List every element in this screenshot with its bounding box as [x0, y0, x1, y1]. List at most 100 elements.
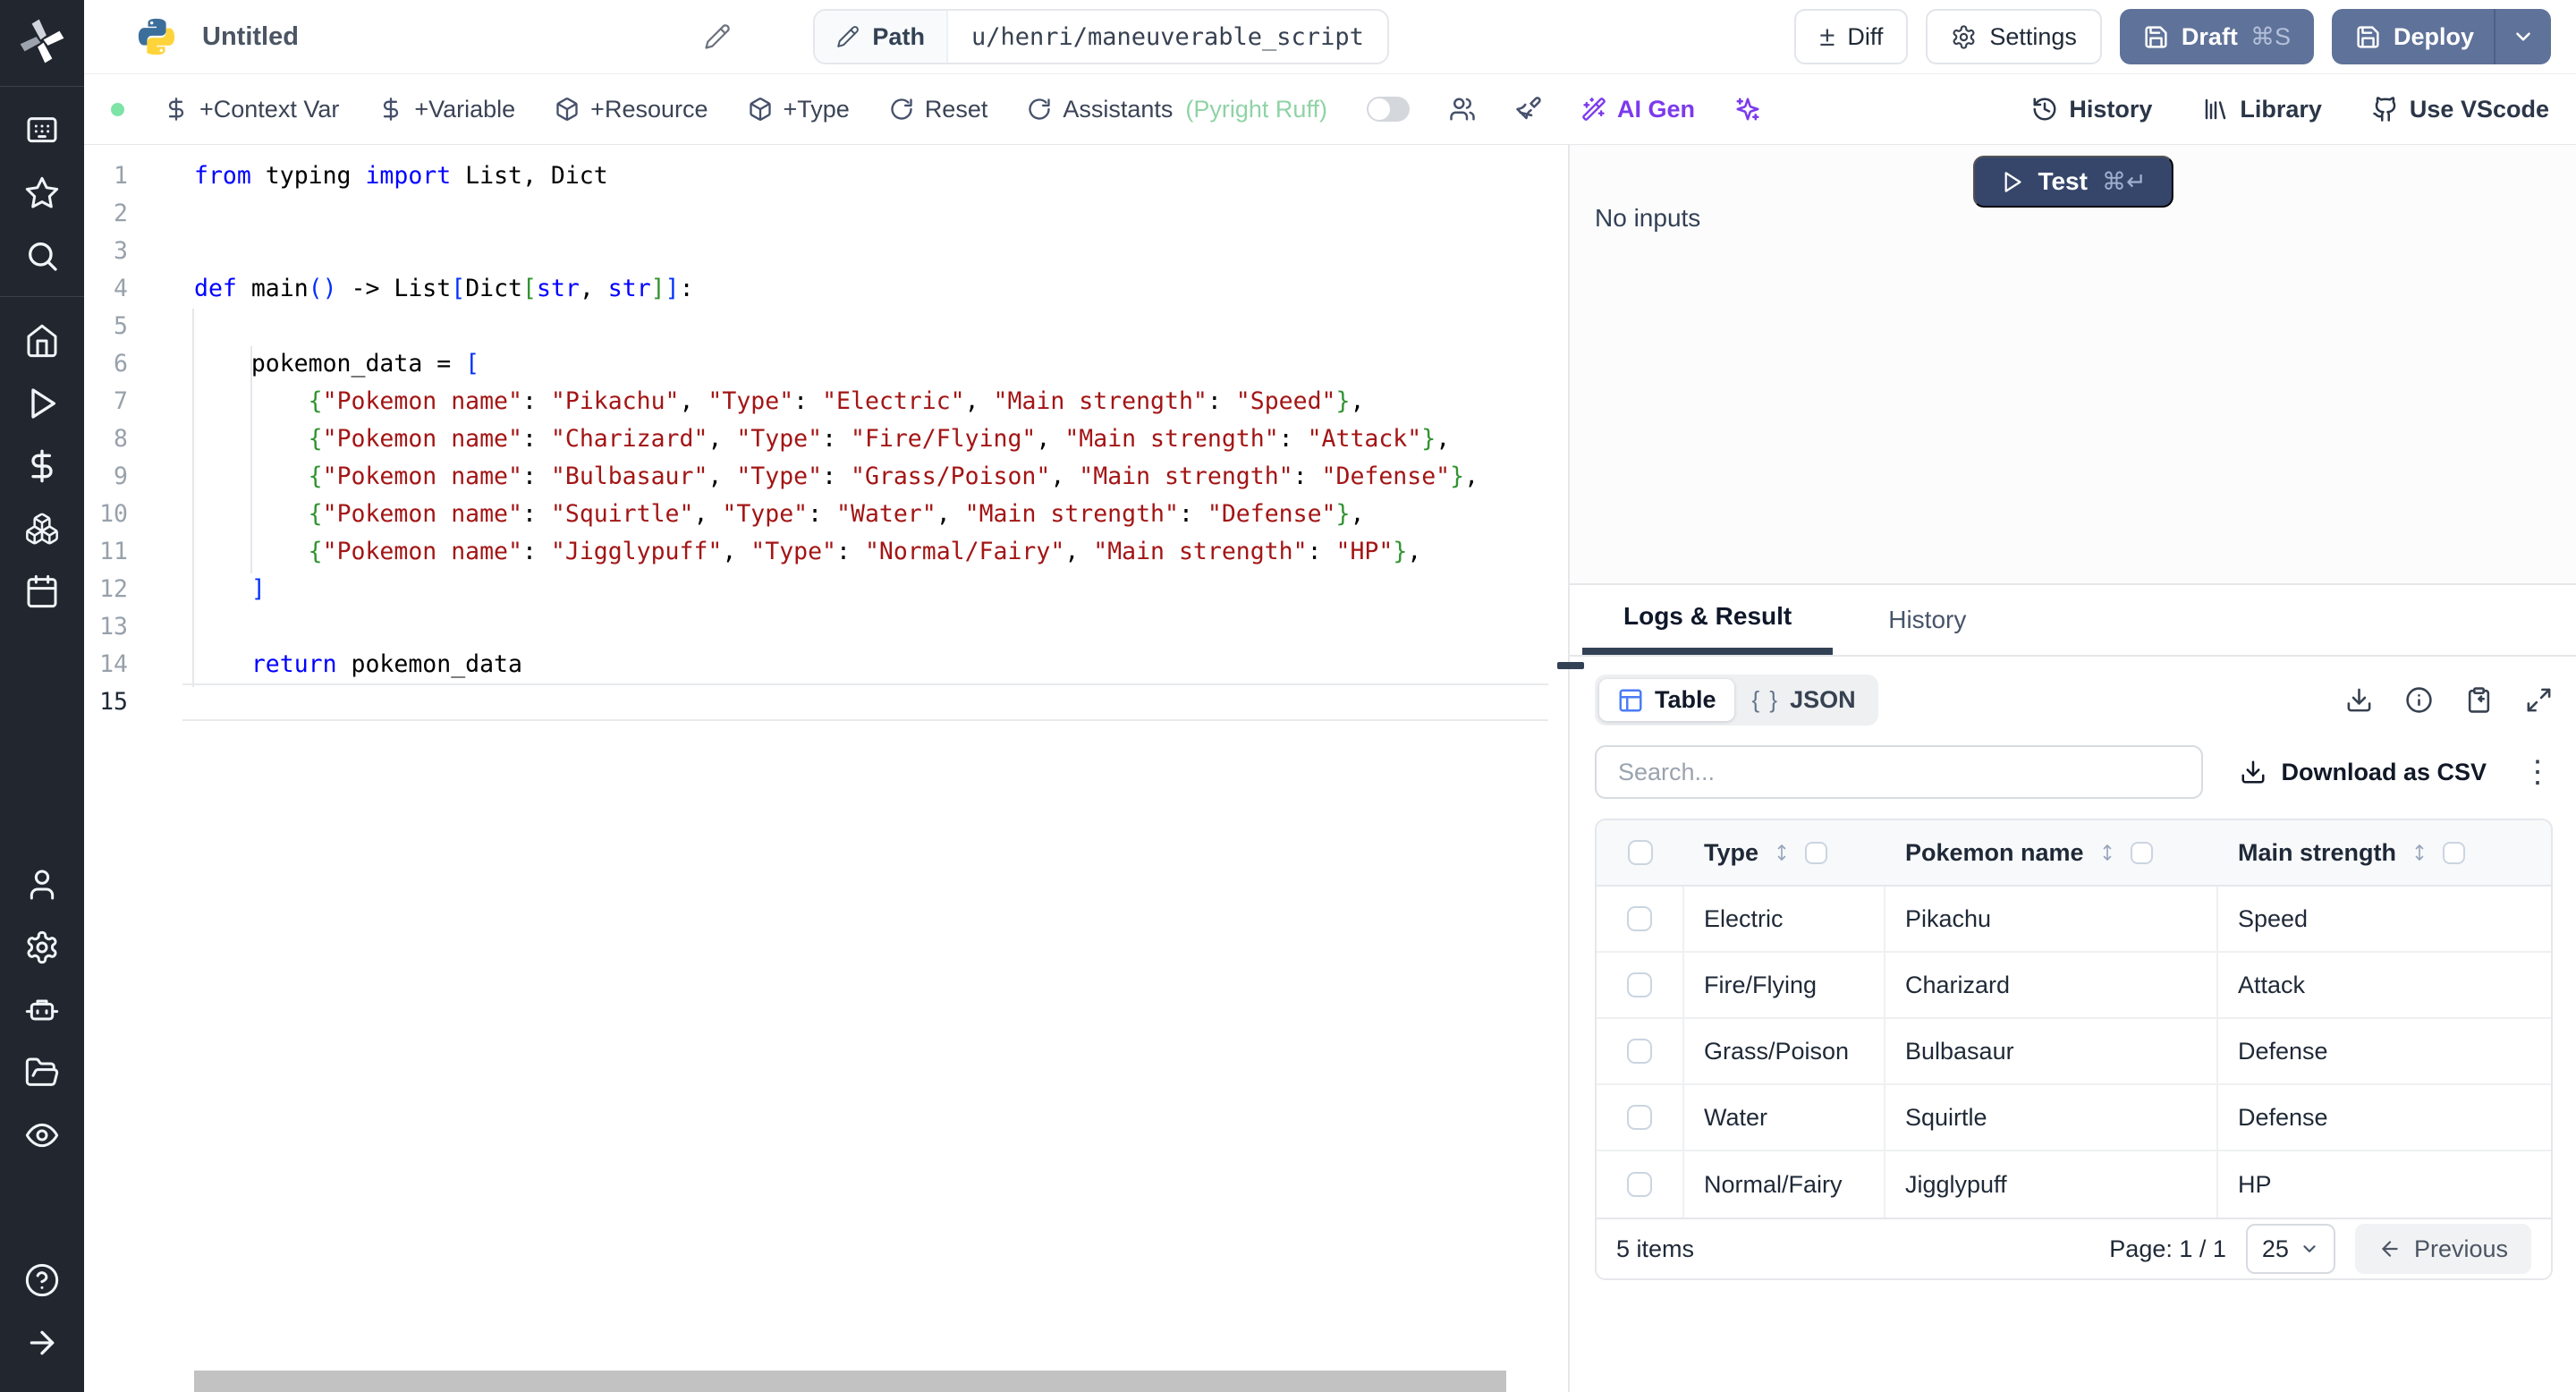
download-csv-button[interactable]: Download as CSV: [2240, 759, 2487, 786]
assistants-button[interactable]: Assistants (Pyright Ruff): [1027, 96, 1327, 123]
row-checkbox[interactable]: [1627, 1105, 1652, 1130]
schedules-icon[interactable]: [24, 573, 60, 609]
editor-toolbar: +Context Var +Variable +Resource +Type R…: [84, 74, 2576, 145]
deploy-button[interactable]: Deploy: [2331, 9, 2551, 64]
code-line[interactable]: 4 def main() -> List[Dict[str, str]]:: [84, 270, 1568, 308]
package-icon: [748, 97, 773, 122]
copy-icon[interactable]: [2465, 686, 2493, 714]
search-input[interactable]: [1595, 745, 2203, 799]
code-line[interactable]: 3: [84, 233, 1568, 270]
test-button[interactable]: Test ⌘↵: [1972, 156, 2174, 208]
audit-logs-icon[interactable]: [24, 1117, 60, 1153]
settings-button[interactable]: Settings: [1926, 9, 2102, 64]
history-button[interactable]: History: [2031, 96, 2152, 123]
download-result-icon[interactable]: [2345, 686, 2373, 714]
deploy-dropdown[interactable]: [2493, 9, 2551, 64]
table-row: Normal/Fairy Jigglypuff HP: [1597, 1151, 2551, 1218]
add-variable-button[interactable]: +Variable: [378, 96, 515, 123]
code-line[interactable]: 13: [84, 608, 1568, 646]
column-filter-checkbox[interactable]: [1805, 841, 1828, 864]
sort-icon[interactable]: [1771, 842, 1792, 863]
folders-icon[interactable]: [24, 1055, 60, 1091]
column-filter-checkbox[interactable]: [2443, 841, 2466, 864]
sparkles-icon[interactable]: [1734, 96, 1761, 123]
tab-history[interactable]: History: [1847, 585, 2007, 655]
workers-icon[interactable]: [24, 992, 60, 1028]
expand-icon[interactable]: [2525, 686, 2553, 714]
code-line[interactable]: 10 {"Pokemon name": "Squirtle", "Type": …: [84, 496, 1568, 533]
add-resource-button[interactable]: +Resource: [555, 96, 708, 123]
variables-icon[interactable]: [24, 448, 60, 484]
apps-icon[interactable]: [24, 113, 60, 149]
format-icon[interactable]: [1515, 96, 1542, 123]
ai-gen-button[interactable]: AI Gen: [1581, 96, 1695, 123]
table-cell: Speed: [2238, 904, 2309, 932]
code-line[interactable]: 5: [84, 308, 1568, 345]
horizontal-scrollbar[interactable]: [194, 1371, 1506, 1392]
page-size-select[interactable]: 25: [2245, 1224, 2335, 1274]
favorites-icon[interactable]: [24, 175, 60, 211]
history-icon: [2031, 96, 2058, 123]
toggle-switch[interactable]: [1366, 97, 1410, 122]
code-line[interactable]: 9 {"Pokemon name": "Bulbasaur", "Type": …: [84, 458, 1568, 496]
code-editor[interactable]: 1 from typing import List, Dict 2 3 4 def mai…: [84, 145, 1570, 1392]
refresh-icon: [889, 97, 914, 122]
row-checkbox[interactable]: [1627, 906, 1652, 931]
info-icon[interactable]: [2405, 686, 2433, 714]
items-count: 5 items: [1616, 1235, 1695, 1262]
add-context-var-button[interactable]: +Context Var: [164, 96, 339, 123]
previous-page-button[interactable]: Previous: [2354, 1224, 2531, 1274]
row-checkbox[interactable]: [1627, 1172, 1652, 1197]
select-all-checkbox[interactable]: [1628, 840, 1653, 865]
add-type-button[interactable]: +Type: [748, 96, 850, 123]
home-icon[interactable]: [24, 323, 60, 359]
view-table-button[interactable]: Table: [1599, 679, 1734, 721]
resources-icon[interactable]: [24, 511, 60, 547]
code-line[interactable]: 11 {"Pokemon name": "Jigglypuff", "Type"…: [84, 533, 1568, 571]
library-button[interactable]: Library: [2202, 96, 2322, 123]
expand-sidebar-icon[interactable]: [24, 1325, 60, 1361]
line-number: 15: [99, 688, 128, 716]
edit-summary-icon[interactable]: [704, 23, 731, 50]
windmill-logo-icon[interactable]: [19, 18, 65, 64]
diff-button[interactable]: ± Diff: [1794, 9, 1909, 64]
sort-icon[interactable]: [2097, 842, 2118, 863]
tab-logs-result[interactable]: Logs & Result: [1582, 585, 1834, 655]
code-line[interactable]: 12 ]: [84, 571, 1568, 608]
runs-icon[interactable]: [24, 386, 60, 421]
row-checkbox[interactable]: [1627, 972, 1652, 997]
splitter-handle[interactable]: [1557, 662, 1584, 669]
code-line[interactable]: 1 from typing import List, Dict: [84, 157, 1568, 195]
code-line[interactable]: 6 pokemon_data = [: [84, 345, 1568, 383]
column-filter-checkbox[interactable]: [2130, 841, 2153, 864]
code-line[interactable]: 15: [84, 683, 1568, 721]
users-icon[interactable]: [24, 867, 60, 903]
reset-button[interactable]: Reset: [889, 96, 987, 123]
path-field[interactable]: Path u/henri/maneuverable_script: [813, 9, 1389, 64]
line-number: 7: [114, 387, 128, 415]
table-icon: [1617, 687, 1644, 714]
code-line[interactable]: 7 {"Pokemon name": "Pikachu", "Type": "E…: [84, 383, 1568, 420]
view-json-button[interactable]: { } JSON: [1734, 679, 1874, 721]
line-number: 11: [99, 538, 128, 565]
table-cell: Electric: [1684, 887, 1885, 951]
use-vscode-button[interactable]: Use VScode: [2372, 96, 2549, 123]
wand-icon: [1581, 97, 1606, 122]
sort-icon[interactable]: [2409, 842, 2430, 863]
settings-icon[interactable]: [24, 929, 60, 965]
code-line[interactable]: 14 return pokemon_data: [84, 646, 1568, 683]
row-checkbox[interactable]: [1627, 1039, 1652, 1064]
python-logo-icon: [136, 16, 177, 57]
path-label: Path: [872, 22, 925, 50]
draft-button[interactable]: Draft ⌘S: [2119, 9, 2314, 64]
help-icon[interactable]: [24, 1262, 60, 1298]
search-icon[interactable]: [24, 238, 60, 274]
sidebar-divider: [0, 86, 84, 87]
code-line[interactable]: 2: [84, 195, 1568, 233]
collaborators-icon[interactable]: [1449, 96, 1476, 123]
more-options-icon[interactable]: ⋮: [2522, 757, 2553, 787]
column-label: Main strength: [2238, 838, 2397, 866]
result-table: Type Pokemon name Main strength Electric Pi…: [1595, 819, 2553, 1280]
package-icon: [555, 97, 580, 122]
code-line[interactable]: 8 {"Pokemon name": "Charizard", "Type": …: [84, 420, 1568, 458]
